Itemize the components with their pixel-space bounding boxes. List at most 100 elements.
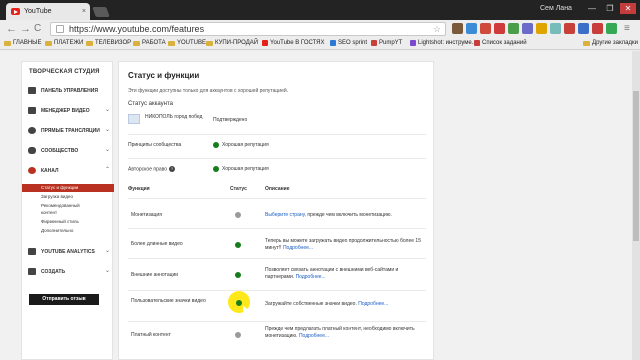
other-bookmarks[interactable]: Другие закладки [583,40,638,46]
bookmark-item[interactable]: SEO sprint [330,40,367,46]
page-title: Статус и функции [128,71,200,80]
extension-icon[interactable] [508,23,519,34]
status-dot-gray [235,212,241,218]
tasks-icon [474,40,480,46]
page-scrollbar[interactable] [632,51,640,360]
sidebar-subitem-branding[interactable]: Фирменный стиль [22,218,114,226]
learn-more-link[interactable]: Подробнее... [358,301,388,307]
bookmark-item[interactable]: YouTube В ГОСТЯХ [262,40,325,46]
help-icon[interactable]: ? [169,166,176,172]
copyright-label: Авторское право? [128,166,176,173]
sidebar-subitem-status[interactable]: Статус и функции [22,184,114,192]
channel-icon [28,167,36,174]
channel-avatar [128,114,140,124]
sidebar-item-channel[interactable]: КАНАЛ ⌃ [22,164,114,178]
learn-more-link[interactable]: Подробнее... [283,245,313,251]
pump-icon [371,40,377,46]
feature-name: Пользовательские значки видео [131,298,206,304]
divider [128,258,426,259]
seo-icon [330,40,336,46]
lightshot-icon [410,40,416,46]
divider [128,134,426,135]
scrollbar-thumb[interactable] [633,91,639,241]
chevron-down-icon[interactable]: ⌄ [105,106,110,113]
send-feedback-button[interactable]: Отправить отзыв [29,294,99,305]
youtube-favicon-icon [11,8,20,15]
sidebar-item-analytics[interactable]: YOUTUBE ANALYTICS ⌄ [22,245,114,259]
page-icon [56,25,64,33]
divider [128,290,426,291]
bookmark-item[interactable]: PumpYT [371,40,402,46]
sidebar-item-dashboard[interactable]: ПАНЕЛЬ УПРАВЛЕНИЯ [22,84,114,98]
extension-icon[interactable] [494,23,505,34]
dashboard-icon [28,87,36,94]
folder-icon [4,40,11,46]
copyright-status: Хорошая репутация [222,166,269,172]
minimize-button[interactable]: — [584,3,600,14]
status-dot-green [235,242,241,248]
bookmark-item[interactable]: ТЕЛЕВИЗОР [86,40,131,46]
chevron-down-icon[interactable]: ⌄ [105,126,110,133]
column-header-status: Статус [230,186,247,192]
bookmark-item[interactable]: ГЛАВНЫЕ [4,40,42,46]
choose-country-link[interactable]: Выберите страну, [265,212,306,218]
chevron-up-icon[interactable]: ⌃ [105,166,110,173]
menu-icon[interactable]: ≡ [624,23,630,35]
extension-icon[interactable] [550,23,561,34]
tab-close-icon[interactable]: × [82,8,86,15]
extension-icon[interactable] [578,23,589,34]
back-button[interactable]: ← [6,23,17,35]
bookmarks-bar: ГЛАВНЫЕ ПЛАТЕЖИ ТЕЛЕВИЗОР РАБОТА YOUTUBE… [0,38,640,50]
learn-more-link[interactable]: Подробнее... [299,333,329,339]
forward-button[interactable]: → [20,23,31,35]
folder-icon [45,40,52,46]
video-manager-icon [28,107,36,114]
bookmark-item[interactable]: КУПИ-ПРОДАЙ [206,40,258,46]
sidebar-subitem-featured-cont[interactable]: контент [22,209,114,217]
extension-icon[interactable] [466,23,477,34]
extension-icon[interactable] [564,23,575,34]
browser-tab[interactable]: YouTube × [6,3,90,20]
new-tab-button[interactable] [92,7,110,17]
extension-icon[interactable] [522,23,533,34]
analytics-icon [28,248,36,255]
bookmark-item[interactable]: РАБОТА [133,40,166,46]
address-bar[interactable]: https://www.youtube.com/features ☆ [50,22,446,36]
extension-icon[interactable] [606,23,617,34]
bookmark-item[interactable]: Lightshot: инструме... [410,40,477,46]
feature-description: Теперь вы можете загружать видео продолж… [265,238,421,251]
bookmark-star-icon[interactable]: ☆ [433,23,441,35]
sidebar-item-community[interactable]: СООБЩЕСТВО ⌄ [22,144,114,158]
extension-icon[interactable] [592,23,603,34]
folder-icon [86,40,93,46]
feature-description: Загружайте собственные значки видео. Под… [265,301,389,307]
learn-more-link[interactable]: Подробнее... [296,274,326,280]
chevron-down-icon[interactable]: ⌄ [105,267,110,274]
chevron-down-icon[interactable]: ⌄ [105,247,110,254]
close-window-button[interactable]: ✕ [620,3,636,14]
sidebar-item-create[interactable]: СОЗДАТЬ ⌄ [22,265,114,279]
feature-name: Монетизация [131,212,162,218]
feature-description: Позволяет связать аннотации с внешними в… [265,267,399,280]
status-dot-green [213,166,219,172]
studio-sidebar: ТВОРЧЕСКАЯ СТУДИЯ ПАНЕЛЬ УПРАВЛЕНИЯ МЕНЕ… [21,61,114,360]
extension-icon[interactable] [536,23,547,34]
chevron-down-icon[interactable]: ⌄ [105,146,110,153]
profile-name[interactable]: Сем Лана [540,5,572,12]
divider [128,158,426,159]
intro-text: Эти функции доступны только для аккаунто… [128,88,289,94]
bookmark-item[interactable]: Список заданий [474,40,527,46]
reload-button[interactable]: C [34,23,41,35]
maximize-button[interactable]: ❐ [602,3,618,14]
status-dot-green [235,272,241,278]
sidebar-subitem-advanced[interactable]: Дополнительно [22,227,114,235]
browser-window: YouTube × Сем Лана — ❐ ✕ ← → C https://w… [0,0,640,360]
sidebar-item-video-manager[interactable]: МЕНЕДЖЕР ВИДЕО ⌄ [22,104,114,118]
extension-icon[interactable] [480,23,491,34]
bookmark-item[interactable]: YOUTUBE [168,40,206,46]
extension-icon[interactable] [452,23,463,34]
bookmark-item[interactable]: ПЛАТЕЖИ [45,40,83,46]
sidebar-item-live[interactable]: ПРЯМЫЕ ТРАНСЛЯЦИИ ⌄ [22,124,114,138]
sidebar-subitem-upload[interactable]: Загрузка видео [22,193,114,201]
divider [128,198,426,199]
